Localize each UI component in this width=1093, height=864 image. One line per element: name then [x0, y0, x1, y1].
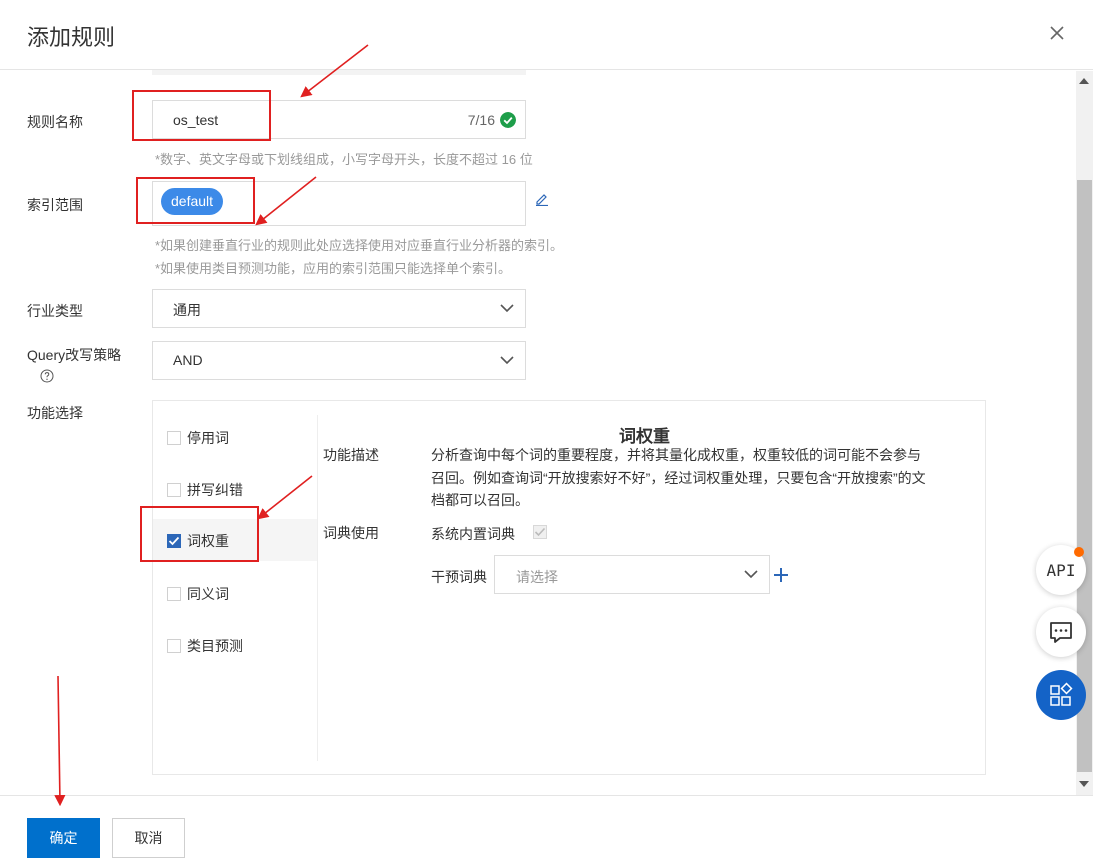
notification-dot [1074, 547, 1084, 557]
apps-grid-icon [1050, 682, 1073, 706]
annotation-box-term-weight [140, 506, 259, 562]
dictionary-placeholder: 请选择 [516, 569, 558, 585]
features-label: 功能选择 [27, 405, 83, 421]
intervention-dictionary-label: 干预词典 [431, 569, 487, 585]
feature-label: 停用词 [187, 430, 229, 446]
description-line-2: 召回。例如查询词“开放搜索好不好”，经过词权重处理，只要包含“开放搜索”的文 [431, 470, 926, 486]
feature-detail-title: 词权重 [619, 427, 670, 446]
industry-label: 行业类型 [27, 303, 83, 319]
features-panel: 停用词 拼写纠错 词权重 同义词 类目预测 词权重 功能描述 分析查询中每个词的… [152, 400, 986, 775]
annotation-box-rule-name [132, 90, 271, 141]
checkbox[interactable] [167, 587, 181, 601]
confirm-button[interactable]: 确定 [27, 818, 100, 858]
dialog-header: 添加规则 [0, 0, 1093, 70]
dialog-title: 添加规则 [27, 25, 116, 50]
apps-float-button[interactable] [1036, 670, 1086, 720]
feature-item-stopwords[interactable]: 停用词 [153, 416, 317, 458]
rule-name-hint: *数字、英文字母或下划线组成，小写字母开头，长度不超过 16 位 [155, 152, 533, 167]
index-scope-hint-2: *如果使用类目预测功能，应用的索引范围只能选择单个索引。 [155, 261, 512, 276]
chevron-down-icon [500, 304, 514, 313]
panel-divider [317, 415, 318, 761]
previous-field-edge [152, 70, 526, 75]
scroll-up-arrow-icon[interactable] [1079, 78, 1089, 84]
chat-bubble-icon [1050, 622, 1072, 643]
feature-item-category-prediction[interactable]: 类目预测 [153, 624, 317, 666]
index-scope-label: 索引范围 [27, 197, 83, 213]
check-circle-icon [500, 112, 516, 128]
industry-select[interactable]: 通用 [152, 289, 526, 328]
description-line-3: 档都可以召回。 [431, 492, 529, 508]
intervention-dictionary-select[interactable]: 请选择 [494, 555, 770, 594]
dictionary-usage-label: 词典使用 [323, 525, 379, 541]
query-strategy-select[interactable]: AND [152, 341, 526, 380]
cancel-button[interactable]: 取消 [112, 818, 185, 858]
checkbox[interactable] [167, 639, 181, 653]
description-line-1: 分析查询中每个词的重要程度，并将其量化成权重，权重较低的词可能不会参与 [431, 447, 921, 463]
checkbox[interactable] [167, 431, 181, 445]
industry-value: 通用 [173, 302, 201, 318]
feature-item-synonyms[interactable]: 同义词 [153, 572, 317, 614]
description-label: 功能描述 [323, 447, 379, 463]
annotation-box-index-scope [136, 177, 255, 224]
checkbox[interactable] [167, 483, 181, 497]
add-dictionary-plus-icon[interactable] [773, 567, 789, 583]
system-dictionary-label: 系统内置词典 [431, 526, 515, 542]
feedback-float-button[interactable] [1036, 607, 1086, 657]
query-strategy-label: Query改写策略 [27, 347, 122, 363]
chevron-down-icon [500, 356, 514, 365]
feature-label: 类目预测 [187, 638, 243, 654]
rule-name-label: 规则名称 [27, 114, 83, 130]
close-icon[interactable] [1046, 22, 1068, 44]
chevron-down-icon [744, 570, 758, 579]
scroll-down-arrow-icon[interactable] [1079, 781, 1089, 787]
edit-pencil-icon[interactable] [535, 192, 549, 206]
system-dictionary-checkbox-disabled [533, 525, 547, 539]
annotation-arrow-confirm [54, 675, 66, 807]
rule-name-char-count: 7/16 [467, 112, 495, 128]
index-scope-hint-1: *如果创建垂直行业的规则此处应选择使用对应垂直行业分析器的索引。 [155, 238, 564, 253]
check-icon [534, 527, 546, 537]
api-label: API [1046, 561, 1076, 580]
feature-label: 同义词 [187, 586, 229, 602]
query-strategy-value: AND [173, 352, 203, 368]
feature-label: 拼写纠错 [187, 482, 243, 498]
help-circle-icon[interactable] [40, 369, 54, 383]
feature-item-spell-correction[interactable]: 拼写纠错 [153, 468, 317, 510]
